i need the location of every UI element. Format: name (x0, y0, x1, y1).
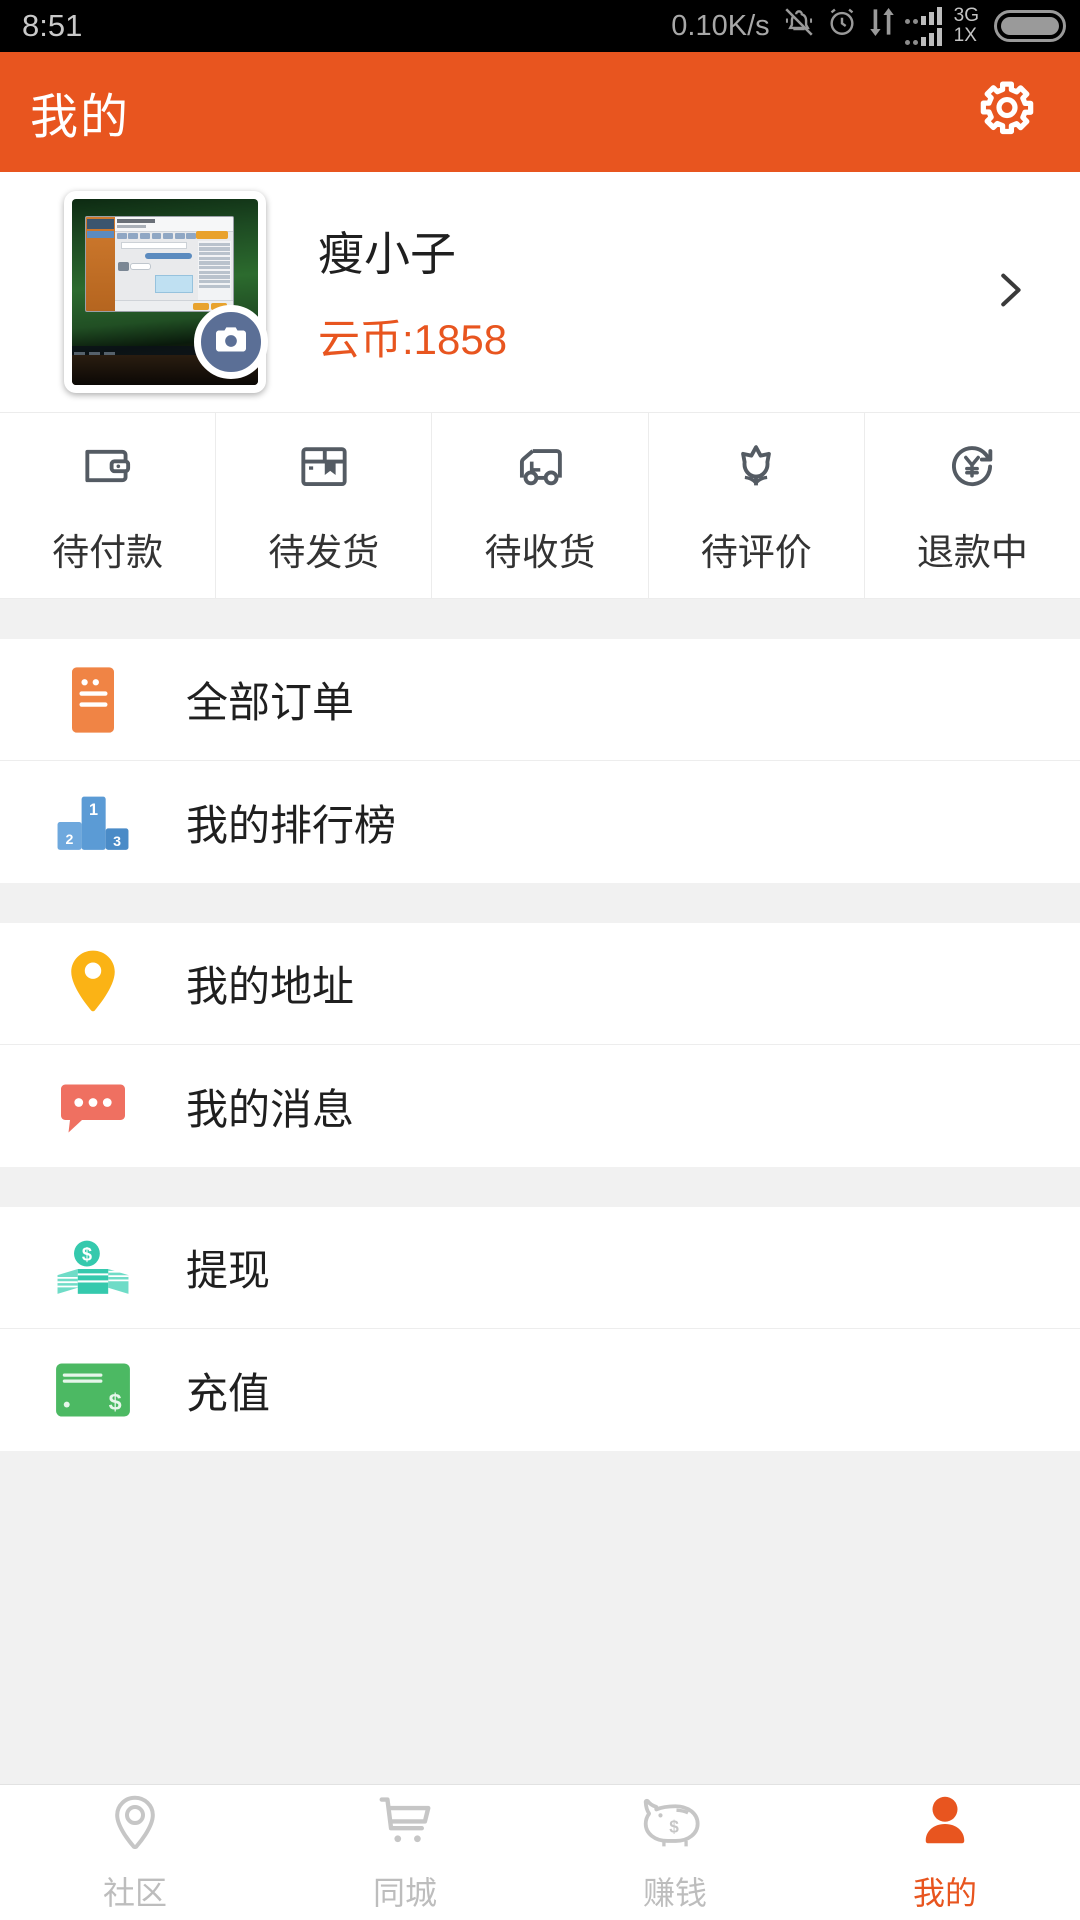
signal-bars-icon (904, 6, 942, 46)
settings-button[interactable] (968, 73, 1046, 151)
camera-badge-button[interactable] (194, 305, 268, 379)
menu-item-my-ranking[interactable]: 1 2 3 我的排行榜 (0, 761, 1080, 883)
alarm-clock-icon (825, 5, 859, 47)
nav-item-community[interactable]: 社区 (0, 1791, 270, 1914)
bottom-navigation: 社区 同城 $ 赚钱 我的 (0, 1784, 1080, 1920)
nav-item-label: 赚钱 (642, 1875, 707, 1911)
podium-ranking-icon: 1 2 3 (52, 781, 134, 863)
avatar-wrapper[interactable] (64, 191, 268, 393)
signal-label-bottom: 1X (953, 25, 977, 46)
profile-detail-button[interactable] (974, 267, 1044, 318)
menu-item-withdraw[interactable]: $ 提现 (0, 1207, 1080, 1329)
avatar-photo-window (85, 215, 234, 313)
status-bar: 8:51 0.10K/s 3G 1X (0, 0, 1080, 52)
username: 瘦小子 (318, 227, 456, 280)
order-status-pending-shipment[interactable]: 待发货 (216, 413, 433, 598)
section-divider (0, 1167, 1080, 1207)
delivery-truck-icon (509, 435, 571, 502)
svg-text:$: $ (82, 1243, 92, 1264)
order-status-row: 待付款 待发货 待收货 待评价 退款中 (0, 412, 1080, 599)
app-header: 我的 (0, 52, 1080, 172)
order-status-label: 待评价 (700, 532, 812, 573)
shopping-cart-icon (374, 1791, 436, 1858)
piggy-bank-icon: $ (643, 1791, 707, 1858)
section-divider (0, 883, 1080, 923)
battery-icon (994, 10, 1066, 42)
order-status-pending-payment[interactable]: 待付款 (0, 413, 217, 598)
section-divider (0, 599, 1080, 639)
svg-text:$: $ (109, 1389, 122, 1415)
camera-icon (211, 320, 251, 365)
order-status-pending-receipt[interactable]: 待收货 (432, 413, 649, 598)
svg-text:1: 1 (89, 801, 98, 819)
profile-info: 瘦小子 云币:1858 (318, 218, 974, 367)
svg-text:$: $ (669, 1817, 679, 1837)
order-status-pending-review[interactable]: 待评价 (649, 413, 865, 598)
signal-label-top: 3G (953, 5, 979, 26)
menu-item-all-orders[interactable]: 全部订单 (0, 639, 1080, 761)
status-bar-icons: 0.10K/s 3G 1X (671, 5, 1066, 47)
menu-item-label: 充值 (186, 1369, 271, 1417)
order-status-label: 退款中 (916, 532, 1028, 573)
menu-item-my-messages[interactable]: 我的消息 (0, 1045, 1080, 1167)
credit-card-icon: $ (52, 1349, 134, 1431)
menu-item-label: 我的排行榜 (186, 801, 397, 849)
nav-item-earn-money[interactable]: $ 赚钱 (540, 1791, 810, 1914)
refund-yuan-icon (941, 435, 1003, 502)
menu-item-label: 提现 (186, 1247, 271, 1294)
menu-item-recharge[interactable]: $ 充值 (0, 1329, 1080, 1451)
wallet-icon (77, 435, 139, 502)
menu-item-label: 我的消息 (186, 1085, 355, 1133)
menu-item-label: 我的地址 (186, 963, 355, 1010)
gear-icon (974, 77, 1040, 148)
package-box-icon (293, 435, 355, 502)
menu-item-label: 全部订单 (186, 679, 355, 726)
message-bubble-icon (52, 1065, 134, 1147)
page-title: 我的 (30, 91, 131, 144)
svg-text:3: 3 (113, 834, 121, 850)
profile-section[interactable]: 瘦小子 云币:1858 (0, 172, 1080, 412)
nav-item-label: 我的 (912, 1875, 977, 1911)
signal-tech-labels: 3G 1X (954, 6, 979, 46)
order-status-label: 待收货 (484, 532, 596, 573)
nav-item-label: 同城 (372, 1875, 437, 1911)
coin-balance: 云币:1858 (318, 315, 508, 363)
order-document-icon (52, 659, 134, 741)
nav-item-local[interactable]: 同城 (270, 1791, 540, 1914)
cash-stack-icon: $ (52, 1227, 134, 1309)
data-transfer-icon (868, 5, 896, 47)
svg-text:2: 2 (65, 832, 73, 848)
location-pin-outline-icon (104, 1791, 166, 1858)
location-pin-icon (52, 943, 134, 1025)
nav-item-mine[interactable]: 我的 (810, 1791, 1080, 1914)
network-speed-label: 0.10K/s (671, 9, 770, 42)
flower-icon (725, 435, 787, 502)
app-root: 8:51 0.10K/s 3G 1X 我的 瘦小子 云币:1858 待付款 待发… (0, 0, 1080, 1920)
bell-muted-icon (782, 5, 816, 47)
nav-item-label: 社区 (102, 1875, 167, 1911)
chevron-right-icon (986, 267, 1032, 318)
order-status-label: 待付款 (52, 532, 164, 573)
menu-item-my-address[interactable]: 我的地址 (0, 923, 1080, 1045)
content-filler (0, 1451, 1080, 1784)
person-icon (915, 1791, 975, 1858)
order-status-label: 待发货 (268, 532, 380, 573)
status-bar-time: 8:51 (22, 8, 83, 43)
order-status-refunding[interactable]: 退款中 (865, 413, 1080, 598)
